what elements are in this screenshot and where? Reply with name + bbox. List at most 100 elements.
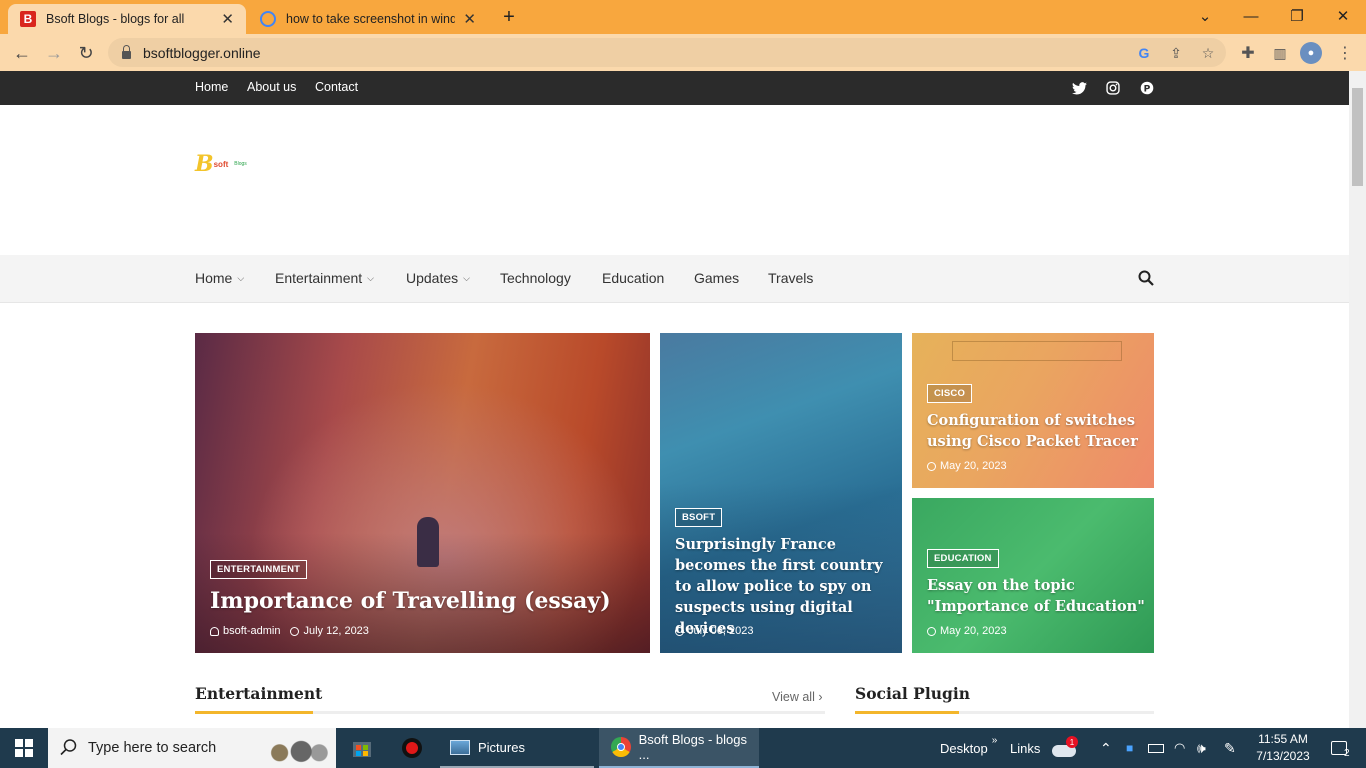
post-meta: bsoft-admin July 12, 2023	[210, 625, 369, 637]
pen-icon[interactable]: ✎	[1224, 728, 1236, 768]
taskbar-search-box[interactable]: Type here to search	[48, 728, 336, 768]
category-badge[interactable]: CISCO	[927, 384, 973, 403]
post-title[interactable]: Importance of Travelling (essay)	[210, 588, 640, 614]
share-icon[interactable]: ⇪	[1165, 42, 1187, 64]
nav-updates[interactable]: Updates ⌵	[406, 270, 470, 286]
toplink-about-us[interactable]: About us	[247, 80, 296, 94]
post-date: July 06, 2023	[688, 625, 754, 637]
view-all-label: View all	[772, 690, 815, 704]
featured-post-travelling[interactable]: ENTERTAINMENT Importance of Travelling (…	[195, 333, 650, 653]
close-icon[interactable]: ✕	[221, 10, 234, 28]
post-meta: July 06, 2023	[675, 625, 753, 637]
tab-bsoft-blogs[interactable]: B Bsoft Blogs - blogs for all ✕	[8, 4, 246, 34]
logo-blogs: Blogs	[234, 161, 247, 167]
tab-title: how to take screenshot in windo	[286, 12, 456, 26]
nav-entertainment[interactable]: Entertainment ⌵	[275, 270, 374, 286]
onedrive-icon[interactable]: 1	[1052, 728, 1080, 768]
clock-icon	[927, 461, 936, 471]
pinterest-icon[interactable]: P	[1139, 80, 1155, 96]
chevron-up-icon[interactable]: ⌃	[1100, 728, 1112, 768]
category-badge[interactable]: ENTERTAINMENT	[210, 560, 308, 579]
clock-time: 11:55 AM	[1258, 732, 1308, 746]
defender-shield-icon[interactable]: ■	[1126, 728, 1133, 768]
social-plugin-heading: Social Plugin	[855, 684, 970, 703]
forward-button[interactable]: →	[40, 40, 68, 66]
tab-search-chevron-icon[interactable]: ⌄	[1182, 0, 1228, 32]
nav-label: Updates	[406, 270, 459, 286]
section-accent	[195, 711, 313, 714]
url-text: bsoftblogger.online	[143, 44, 261, 61]
profile-avatar[interactable]: ●	[1300, 42, 1322, 64]
restore-button[interactable]: ❐	[1274, 0, 1320, 32]
google-lens-icon[interactable]: G	[1133, 42, 1155, 64]
category-badge[interactable]: BSOFT	[675, 508, 723, 527]
close-window-button[interactable]: ✕	[1320, 0, 1366, 32]
clock[interactable]: 11:55 AM 7/13/2023	[1252, 728, 1314, 768]
microsoft-store-icon[interactable]	[344, 728, 380, 768]
post-date: May 20, 2023	[940, 625, 1007, 637]
windows-start-button[interactable]	[0, 728, 48, 768]
scrollbar-thumb[interactable]	[1352, 88, 1363, 186]
taskbar-app-chrome[interactable]: Bsoft Blogs - blogs ...	[599, 728, 759, 768]
toplink-home[interactable]: Home	[195, 80, 228, 94]
featured-post-france[interactable]: BSOFT Surprisingly France becomes the fi…	[660, 333, 902, 653]
chevron-right-icon: »	[991, 734, 998, 746]
side-panel-icon[interactable]: ▥	[1269, 42, 1291, 64]
minimize-button[interactable]: —	[1228, 0, 1274, 32]
featured-post-cisco[interactable]: CISCO Configuration of switches using Ci…	[912, 333, 1154, 488]
search-highlight-image	[258, 736, 330, 764]
view-all-link[interactable]: View all ›	[772, 690, 823, 704]
nav-label: Entertainment	[275, 270, 363, 286]
chevron-down-icon: ⌵	[237, 272, 245, 283]
post-title[interactable]: Essay on the topic "Importance of Educat…	[927, 575, 1147, 617]
search-icon	[60, 738, 78, 760]
new-tab-button[interactable]: +	[497, 6, 521, 28]
nav-home[interactable]: Home ⌵	[195, 270, 244, 286]
lock-icon	[122, 44, 131, 59]
battery-icon[interactable]	[1148, 728, 1164, 768]
bookmark-star-icon[interactable]: ☆	[1197, 42, 1219, 64]
nav-label: Games	[694, 270, 740, 286]
screen-recorder-icon[interactable]	[394, 728, 430, 768]
twitter-icon[interactable]	[1071, 80, 1087, 96]
search-icon[interactable]	[1138, 270, 1156, 288]
clock-icon	[927, 626, 936, 636]
nav-travels[interactable]: Travels	[768, 270, 813, 286]
back-button[interactable]: ←	[8, 40, 36, 66]
chrome-icon	[611, 737, 631, 757]
taskbar-app-pictures[interactable]: Pictures	[440, 728, 594, 768]
nav-technology[interactable]: Technology	[500, 270, 571, 286]
category-badge[interactable]: EDUCATION	[927, 549, 999, 568]
nav-education[interactable]: Education	[602, 270, 664, 286]
volume-icon[interactable]: 🕪	[1197, 728, 1206, 768]
wifi-icon[interactable]: ◠	[1174, 728, 1185, 768]
user-icon	[210, 626, 219, 636]
clock-icon	[290, 626, 300, 636]
chevron-down-icon: ⌵	[463, 272, 470, 283]
section-accent	[855, 711, 959, 714]
links-toolbar[interactable]: Links	[1010, 728, 1040, 768]
close-icon[interactable]: ✕	[463, 10, 476, 28]
post-author[interactable]: bsoft-admin	[223, 625, 280, 637]
bsoft-favicon-icon: B	[20, 11, 36, 27]
instagram-icon[interactable]	[1105, 80, 1121, 96]
address-bar[interactable]: bsoftblogger.online	[108, 38, 1226, 67]
diagram-decoration	[952, 341, 1122, 361]
nav-label: Technology	[500, 270, 571, 286]
featured-post-education[interactable]: EDUCATION Essay on the topic "Importance…	[912, 498, 1154, 653]
desktop-toolbar[interactable]: Desktop»	[940, 728, 997, 768]
post-title[interactable]: Configuration of switches using Cisco Pa…	[927, 410, 1142, 452]
logo-letter: B	[195, 151, 214, 177]
nav-games[interactable]: Games	[694, 270, 739, 286]
menu-kebab-icon[interactable]: ⋮	[1334, 42, 1356, 64]
onedrive-badge: 1	[1066, 736, 1078, 748]
site-logo[interactable]: B soft Blogs	[195, 151, 247, 177]
post-title[interactable]: Surprisingly France becomes the first co…	[675, 534, 890, 639]
tab-screenshot-search[interactable]: how to take screenshot in windo ✕	[248, 4, 488, 34]
reload-button[interactable]: ↻	[72, 40, 100, 66]
extensions-icon[interactable]: ✚	[1237, 42, 1259, 64]
notification-center-icon[interactable]: 2	[1324, 728, 1354, 768]
chevron-down-icon: ⌵	[367, 272, 374, 283]
clock-icon	[675, 626, 684, 636]
toplink-contact[interactable]: Contact	[315, 80, 358, 94]
